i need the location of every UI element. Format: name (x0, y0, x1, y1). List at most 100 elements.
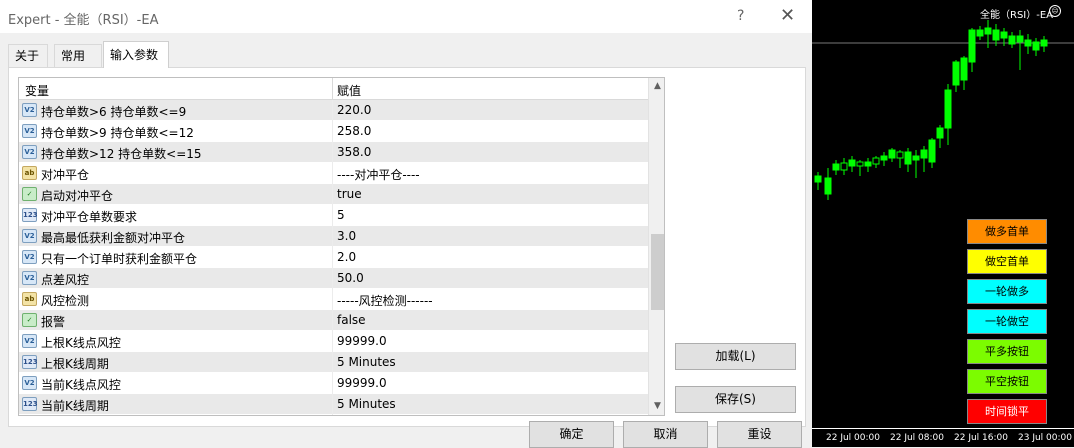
parameter-row[interactable]: V2 上根K线点风控 99999.0 (19, 331, 648, 352)
candle-body (1024, 39, 1032, 47)
column-divider[interactable] (332, 78, 333, 100)
bool-value-icon: ✓ (22, 187, 37, 201)
chart-action-button[interactable]: 做多首单 (967, 219, 1047, 244)
cell-divider (332, 142, 333, 163)
cell-divider (332, 268, 333, 289)
integer-value-icon: 123 (22, 355, 38, 369)
parameter-name: 风控检测 (41, 294, 90, 308)
candle-body (848, 159, 856, 167)
parameter-value[interactable]: 258.0 (337, 124, 371, 138)
ea-status-face-icon: ☹ (1049, 5, 1061, 17)
candle-body (896, 151, 904, 159)
load-button[interactable]: 加载(L) (675, 343, 796, 370)
integer-value-icon: 123 (22, 208, 38, 222)
parameter-row[interactable]: V2 持仓单数>9 持仓单数<=12 258.0 (19, 121, 648, 142)
reset-button[interactable]: 重设 (717, 421, 802, 448)
double-value-icon: V2 (22, 103, 37, 117)
parameter-value[interactable]: 358.0 (337, 145, 371, 159)
candle-body (992, 29, 1000, 41)
parameter-value[interactable]: 5 Minutes (337, 355, 396, 369)
double-value-icon: V2 (22, 124, 37, 138)
close-button[interactable]: ✕ (780, 5, 795, 26)
chart-action-button[interactable]: 一轮做多 (967, 279, 1047, 304)
ok-button[interactable]: 确定 (529, 421, 614, 448)
candle-body (1008, 35, 1016, 45)
candle-body (928, 139, 936, 163)
parameter-row[interactable]: V2 最高最低获利金额对冲平仓 3.0 (19, 226, 648, 247)
parameter-value[interactable]: 99999.0 (337, 376, 387, 390)
time-axis-label: 22 Jul 00:00 (826, 433, 880, 443)
parameter-value[interactable]: 50.0 (337, 271, 364, 285)
parameter-row[interactable]: 123 上根K线周期 5 Minutes (19, 352, 648, 373)
cell-divider (332, 205, 333, 226)
save-button[interactable]: 保存(S) (675, 386, 796, 413)
price-chart[interactable]: 全能（RSI）-EA ☹ 做多首单做空首单一轮做多一轮做空平多按钮平空按钮时间锁… (812, 0, 1074, 447)
string-value-icon: ab (22, 292, 37, 306)
parameter-name: 只有一个订单时获利金额平仓 (41, 252, 198, 266)
parameter-rows: V2 持仓单数>6 持仓单数<=9 220.0 V2 持仓单数>9 持仓单数<=12 25… (19, 100, 648, 415)
column-header-variable[interactable]: 变量 (25, 82, 49, 99)
candle-body (888, 149, 896, 159)
double-value-icon: V2 (22, 145, 37, 159)
scroll-down-arrow-icon[interactable]: ▼ (649, 398, 664, 415)
double-value-icon: V2 (22, 250, 37, 264)
help-button[interactable]: ? (737, 8, 744, 24)
chart-action-button[interactable]: 时间锁平 (967, 399, 1047, 424)
double-value-icon: V2 (22, 334, 37, 348)
candle-body (856, 161, 864, 167)
table-header: 变量 赋值 (19, 78, 648, 100)
expert-properties-dialog: Expert - 全能（RSI）-EA ? ✕ 关于 常用 输入参数 变量 赋值… (0, 0, 812, 448)
cell-divider (332, 373, 333, 394)
parameter-row[interactable]: 123 对冲平仓单数要求 5 (19, 205, 648, 226)
parameter-row[interactable]: ab 风控检测 -----风控检测------ (19, 289, 648, 310)
cell-divider (332, 289, 333, 310)
chart-action-button[interactable]: 一轮做空 (967, 309, 1047, 334)
chart-action-button[interactable]: 平空按钮 (967, 369, 1047, 394)
cell-divider (332, 394, 333, 415)
parameter-name: 持仓单数>9 持仓单数<=12 (41, 126, 194, 140)
candle-body (1016, 35, 1024, 43)
cell-divider (332, 184, 333, 205)
parameter-row[interactable]: V2 点差风控 50.0 (19, 268, 648, 289)
chart-ea-title: 全能（RSI）-EA (980, 10, 1054, 21)
parameter-row[interactable]: ab 对冲平仓 ----对冲平仓---- (19, 163, 648, 184)
parameter-value[interactable]: -----风控检测------ (337, 292, 433, 309)
parameter-name: 当前K线点风控 (41, 378, 121, 392)
candle-body (872, 157, 880, 165)
vertical-scrollbar[interactable]: ▲ ▼ (648, 78, 664, 415)
chart-action-button[interactable]: 做空首单 (967, 249, 1047, 274)
parameter-row[interactable]: ✓ 启动对冲平仓 true (19, 184, 648, 205)
parameter-value[interactable]: ----对冲平仓---- (337, 166, 420, 183)
double-value-icon: V2 (22, 376, 37, 390)
parameter-value[interactable]: false (337, 313, 366, 327)
candle-body (1000, 31, 1008, 39)
cancel-button[interactable]: 取消 (623, 421, 708, 448)
parameter-row[interactable]: V2 只有一个订单时获利金额平仓 2.0 (19, 247, 648, 268)
parameter-name: 对冲平仓单数要求 (41, 210, 138, 224)
parameter-value[interactable]: 2.0 (337, 250, 356, 264)
tab-about[interactable]: 关于 (8, 44, 48, 68)
time-axis-label: 22 Jul 08:00 (890, 433, 944, 443)
parameter-value[interactable]: 99999.0 (337, 334, 387, 348)
column-header-value[interactable]: 赋值 (337, 82, 361, 99)
parameter-row[interactable]: V2 当前K线点风控 99999.0 (19, 373, 648, 394)
parameter-row[interactable]: ✓ 报警 false (19, 310, 648, 331)
candle-body (960, 57, 968, 81)
parameter-row[interactable]: V2 持仓单数>12 持仓单数<=15 358.0 (19, 142, 648, 163)
parameter-value[interactable]: true (337, 187, 362, 201)
tab-common[interactable]: 常用 (54, 44, 102, 68)
parameter-row[interactable]: V2 持仓单数>6 持仓单数<=9 220.0 (19, 100, 648, 121)
parameter-value[interactable]: 5 Minutes (337, 397, 396, 411)
scroll-thumb[interactable] (651, 234, 664, 310)
candle-body (824, 177, 832, 195)
candle-body (952, 61, 960, 86)
parameter-value[interactable]: 5 (337, 208, 345, 222)
chart-action-button[interactable]: 平多按钮 (967, 339, 1047, 364)
tab-inputs[interactable]: 输入参数 (103, 41, 169, 68)
parameter-row[interactable]: 123 当前K线周期 5 Minutes (19, 394, 648, 415)
candle-body (976, 29, 984, 37)
parameter-value[interactable]: 220.0 (337, 103, 371, 117)
candle-body (904, 151, 912, 165)
scroll-up-arrow-icon[interactable]: ▲ (649, 78, 664, 95)
parameter-value[interactable]: 3.0 (337, 229, 356, 243)
